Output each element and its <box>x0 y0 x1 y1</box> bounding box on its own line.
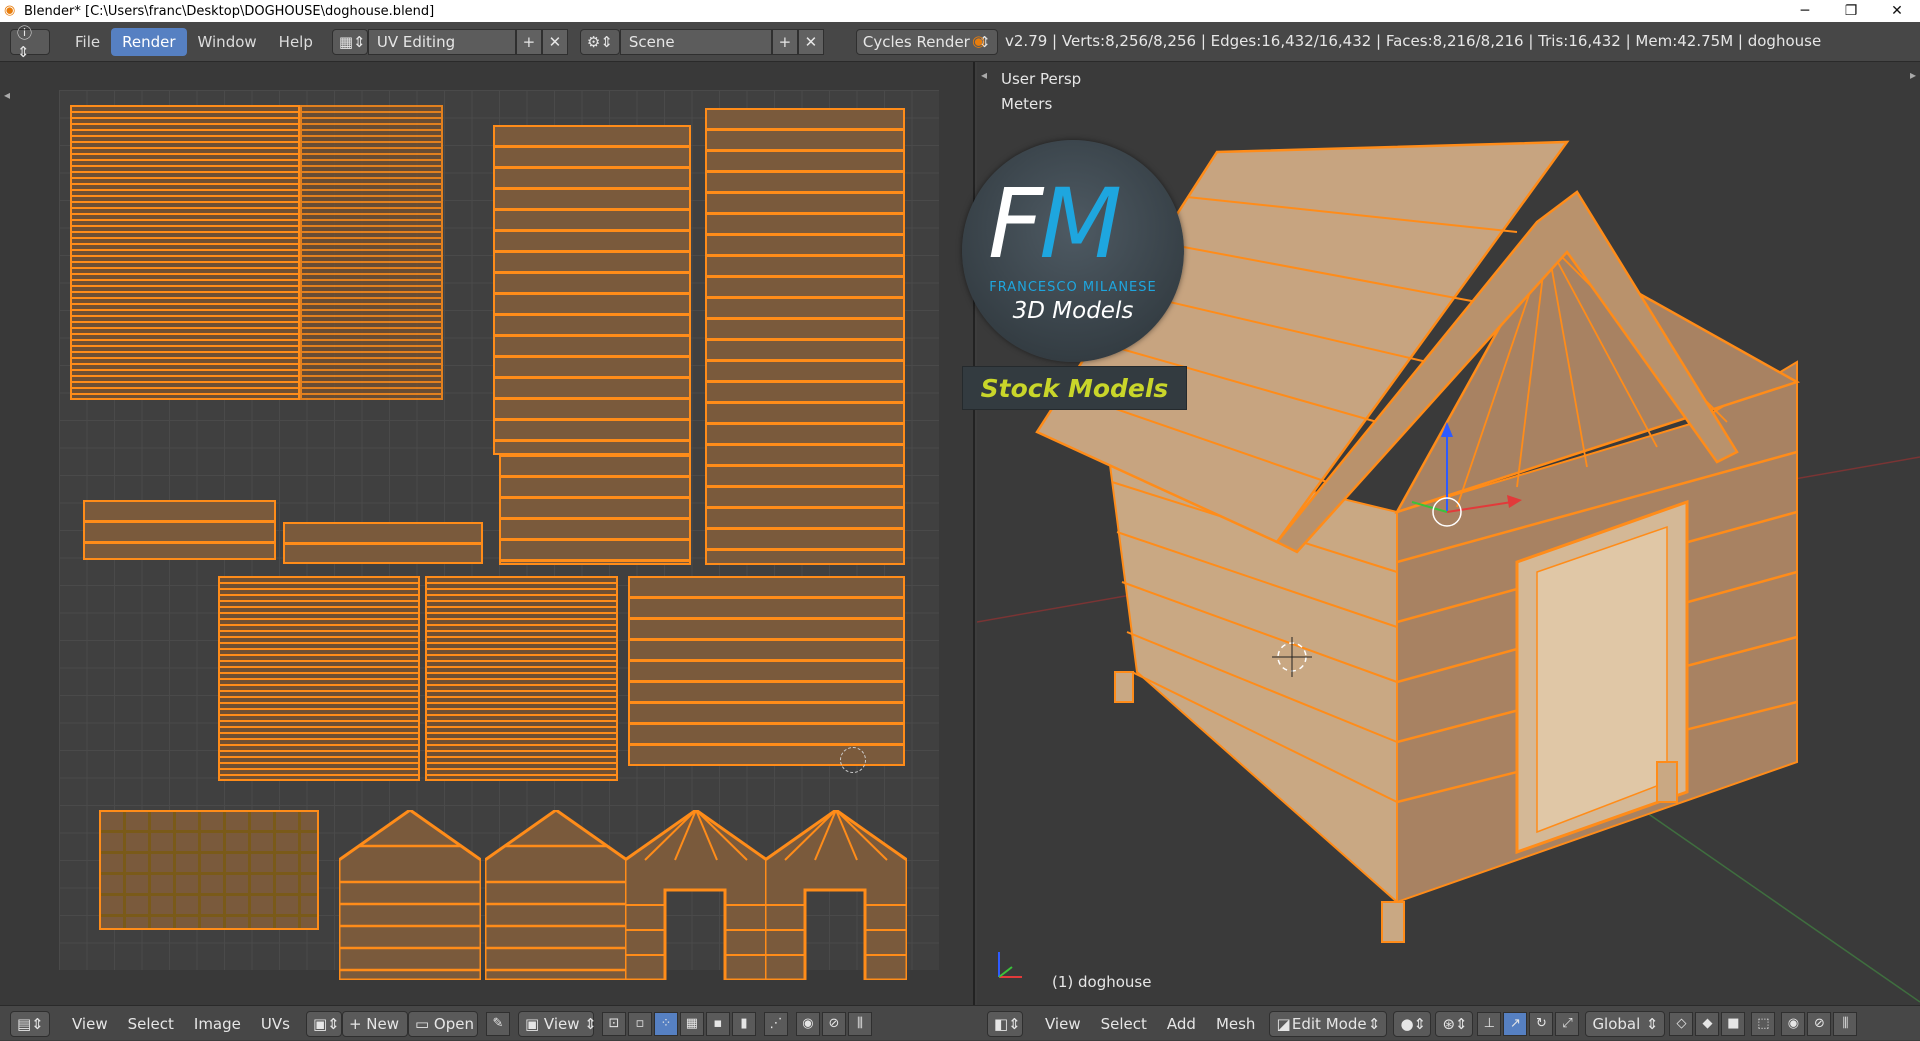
view3d-menu-view[interactable]: View <box>1037 1011 1089 1037</box>
proportional-edit-icon[interactable]: ◉ <box>795 1011 820 1036</box>
render-engine-label: Cycles Render <box>862 32 970 51</box>
fm-logo-subtitle: 3D Models <box>1012 298 1134 324</box>
editor-type-image-icon[interactable]: ▤⇕ <box>10 1010 50 1037</box>
pivot-icon[interactable]: ⊡ <box>601 1011 626 1036</box>
chevron-updown-icon: ⇕ <box>579 1014 597 1033</box>
uv-island <box>499 455 691 565</box>
uv-menu-image[interactable]: Image <box>186 1011 249 1037</box>
snap-icon[interactable]: ⊘ <box>821 1011 846 1036</box>
layout-selector-icon[interactable]: ▦⇕ <box>331 28 368 55</box>
new-image-button[interactable]: + New <box>341 1010 408 1037</box>
remove-layout-icon[interactable]: ✕ <box>541 28 568 55</box>
vertex-select-mode-icon[interactable]: ◇ <box>1669 1011 1694 1036</box>
sync-selection-icon[interactable]: ▫ <box>627 1011 652 1036</box>
blender-logo-icon: ◉ <box>4 3 16 18</box>
island-select-icon[interactable]: ▮ <box>731 1011 756 1036</box>
minimize-button[interactable]: ─ <box>1782 0 1828 22</box>
fm-logo-name: FRANCESCO MILANESE <box>989 280 1157 295</box>
scene-selector-icon[interactable]: ⚙⇕ <box>579 28 620 55</box>
editor-type-3d-icon[interactable]: ◧⇕ <box>987 1010 1023 1037</box>
uv-island <box>83 500 276 560</box>
scene-statistics: v2.79 | Verts:8,256/8,256 | Edges:16,432… <box>1005 32 1822 50</box>
close-button[interactable]: ✕ <box>1874 0 1920 22</box>
chevron-updown-icon: ⇕ <box>1645 1014 1659 1033</box>
vertex-select-icon[interactable]: ⁘ <box>653 1011 678 1036</box>
sticky-select-icon[interactable]: ⋰ <box>763 1011 788 1036</box>
pin-icon[interactable]: ✎ <box>485 1011 510 1036</box>
rotate-manipulator-icon[interactable]: ↻ <box>1529 1011 1554 1036</box>
layout-name-field[interactable]: UV Editing <box>367 28 516 55</box>
menu-render[interactable]: Render <box>111 27 187 56</box>
remove-scene-icon[interactable]: ✕ <box>797 28 824 55</box>
3d-view-header: ◧⇕ View Select Add Mesh ◪ Edit Mode ⇕ ●⇕ ⊛… <box>977 1006 1920 1041</box>
image-browse-icon[interactable]: ▣⇕ <box>305 1010 342 1037</box>
blender-logo-icon: ◉ <box>972 32 986 50</box>
folder-icon: ▭ <box>414 1014 434 1033</box>
translate-manipulator-icon[interactable]: ↗ <box>1503 1011 1528 1036</box>
plus-icon: + <box>348 1014 367 1033</box>
snap-element-icon[interactable]: ⫼ <box>1833 1011 1858 1036</box>
open-image-button[interactable]: ▭ Open <box>407 1010 478 1037</box>
scale-manipulator-icon[interactable]: ⤢ <box>1555 1011 1580 1036</box>
restore-button[interactable]: ❐ <box>1828 0 1874 22</box>
editor-type-info-icon[interactable]: ⓘ ⇕ <box>10 24 50 61</box>
scene-name-field[interactable]: Scene <box>619 28 772 55</box>
mode-dropdown[interactable]: ◪ Edit Mode ⇕ <box>1269 1010 1388 1037</box>
active-object-label: (1) doghouse <box>1052 973 1152 991</box>
window-title: Blender* [C:\Users\franc\Desktop\DOGHOUS… <box>24 3 435 19</box>
chevron-updown-icon: ⇕ <box>1367 1014 1381 1033</box>
uv-gable-door-island <box>625 810 767 980</box>
uv-gable-island <box>485 810 627 980</box>
face-select-mode-icon[interactable]: ■ <box>1721 1011 1746 1036</box>
snap-target-icon[interactable]: ⫼ <box>847 1011 872 1036</box>
uv-image-editor[interactable]: ◂ <box>0 62 975 1005</box>
image-icon: ▣ <box>524 1014 544 1033</box>
edge-select-mode-icon[interactable]: ◆ <box>1695 1011 1720 1036</box>
uv-island <box>218 576 420 781</box>
fm-logo: FM FRANCESCO MILANESE 3D Models <box>962 140 1184 362</box>
add-layout-icon[interactable]: + <box>515 28 542 55</box>
menu-help[interactable]: Help <box>268 28 324 56</box>
uv-island <box>425 576 618 781</box>
view3d-menu-mesh[interactable]: Mesh <box>1208 1011 1264 1037</box>
uv-gable-door-island <box>765 810 907 980</box>
uv-island <box>705 108 905 565</box>
uv-island <box>99 810 319 930</box>
uv-island <box>493 125 691 455</box>
stock-models-banner: Stock Models <box>962 366 1187 410</box>
pivot-point-icon[interactable]: ⊛⇕ <box>1435 1010 1474 1037</box>
snap-icon[interactable]: ⊘ <box>1807 1011 1832 1036</box>
menu-file[interactable]: File <box>64 28 111 56</box>
uv-island <box>628 576 905 766</box>
limit-selection-icon[interactable]: ⬚ <box>1751 1011 1776 1036</box>
face-select-icon[interactable]: ▪ <box>705 1011 730 1036</box>
editor-footers: ▤⇕ View Select Image UVs ▣⇕ + New ▭ Open… <box>0 1005 1920 1040</box>
viewport-shading-icon[interactable]: ●⇕ <box>1393 1010 1432 1037</box>
uv-2d-cursor-icon[interactable] <box>840 747 866 773</box>
uv-editor-header: ▤⇕ View Select Image UVs ▣⇕ + New ▭ Open… <box>0 1006 975 1041</box>
proportional-edit-icon[interactable]: ◉ <box>1781 1011 1806 1036</box>
window-controls: ─ ❐ ✕ <box>1782 0 1920 22</box>
window-titlebar: ◉ Blender* [C:\Users\franc\Desktop\DOGHO… <box>0 0 1920 22</box>
transform-orientation-dropdown[interactable]: Global ⇕ <box>1585 1010 1666 1037</box>
view3d-menu-add[interactable]: Add <box>1159 1011 1204 1037</box>
uv-menu-uvs[interactable]: UVs <box>253 1011 298 1037</box>
manipulator-toggle-icon[interactable]: ⊥ <box>1477 1011 1502 1036</box>
uv-island <box>70 105 300 400</box>
edit-mode-icon: ◪ <box>1276 1014 1291 1033</box>
toolshelf-toggle-icon[interactable]: ◂ <box>4 88 10 102</box>
uv-menu-select[interactable]: Select <box>120 1011 182 1037</box>
uv-island <box>283 522 483 564</box>
add-scene-icon[interactable]: + <box>771 28 798 55</box>
edge-select-icon[interactable]: ▦ <box>679 1011 704 1036</box>
info-header: ⓘ ⇕ File Render Window Help ▦⇕ UV Editin… <box>0 22 1920 62</box>
uv-gable-island <box>339 810 481 980</box>
view-mode-dropdown[interactable]: ▣ View ⇕ <box>517 1010 597 1037</box>
uv-island <box>300 105 443 400</box>
fm-logo-letters: FM <box>988 168 1122 280</box>
uv-grid[interactable] <box>59 90 939 980</box>
uv-menu-view[interactable]: View <box>64 1011 116 1037</box>
view3d-menu-select[interactable]: Select <box>1093 1011 1155 1037</box>
menu-window[interactable]: Window <box>187 28 268 56</box>
